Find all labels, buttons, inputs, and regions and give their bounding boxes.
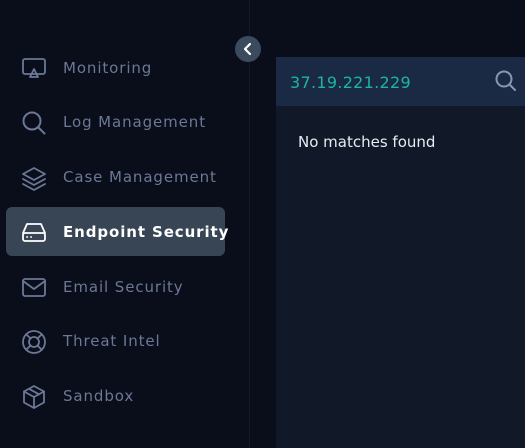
main-panel: 37.19.221.229 No matches found — [276, 57, 525, 448]
sidebar-item-email-security[interactable]: Email Security — [6, 262, 225, 311]
sidebar-item-log-management[interactable]: Log Management — [6, 98, 225, 147]
sidebar-item-endpoint-security[interactable]: Endpoint Security — [6, 207, 228, 257]
layers-icon — [21, 165, 47, 191]
monitor-icon — [21, 55, 47, 81]
search-input[interactable]: 37.19.221.229 — [290, 73, 411, 92]
chevron-left-icon — [241, 42, 255, 56]
search-icon[interactable] — [494, 69, 518, 93]
sidebar-nav: Monitoring Log Management Case Managemen… — [6, 43, 228, 427]
lifebuoy-icon — [21, 329, 47, 355]
sidebar-item-case-management[interactable]: Case Management — [6, 153, 225, 202]
sidebar-item-label: Endpoint Security — [63, 222, 230, 241]
sidebar-item-label: Sandbox — [63, 387, 135, 406]
sidebar-item-label: Case Management — [63, 168, 217, 187]
empty-results-message: No matches found — [298, 133, 436, 151]
app: Monitoring Log Management Case Managemen… — [0, 0, 525, 448]
sidebar: Monitoring Log Management Case Managemen… — [0, 0, 250, 448]
sidebar-item-threat-intel[interactable]: Threat Intel — [6, 317, 225, 366]
sidebar-item-label: Threat Intel — [63, 332, 161, 351]
sidebar-collapse-button[interactable] — [235, 36, 261, 62]
sidebar-item-label: Monitoring — [63, 58, 153, 77]
search-icon — [21, 110, 47, 136]
sidebar-item-label: Email Security — [63, 277, 184, 296]
sidebar-item-sandbox[interactable]: Sandbox — [6, 372, 225, 421]
search-bar[interactable]: 37.19.221.229 — [276, 57, 525, 106]
hard-drive-icon — [21, 219, 47, 245]
box-icon — [21, 384, 47, 410]
sidebar-item-label: Log Management — [63, 113, 206, 132]
sidebar-item-monitoring[interactable]: Monitoring — [6, 43, 225, 92]
mail-icon — [21, 274, 47, 300]
